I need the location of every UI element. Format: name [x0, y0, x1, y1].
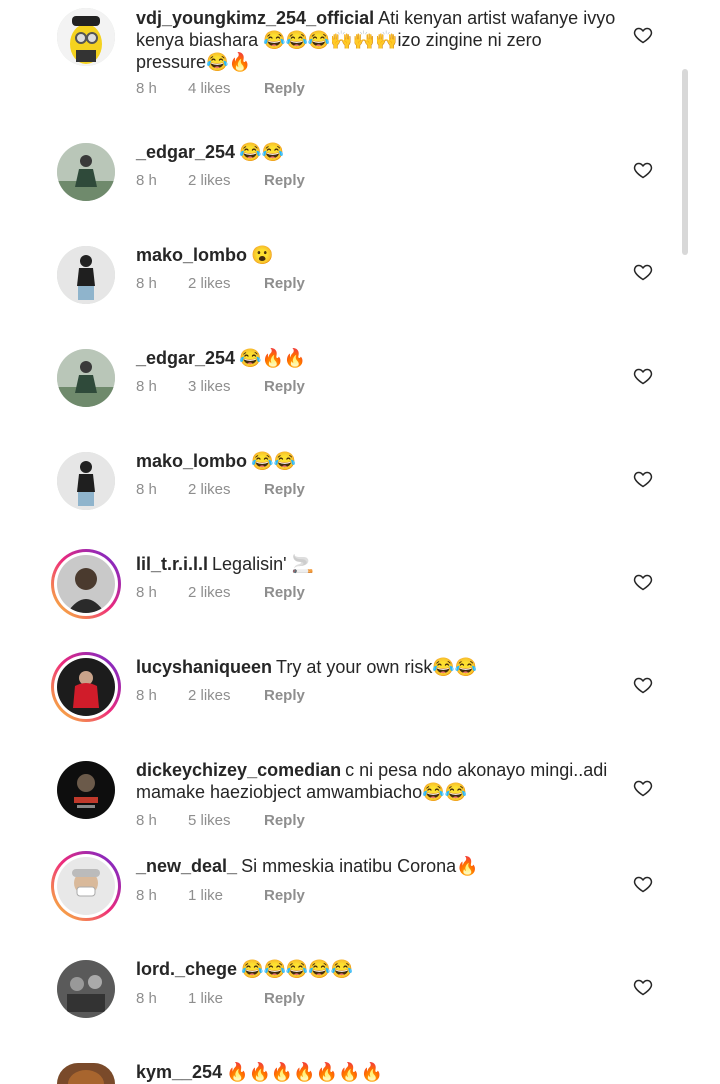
comment-username[interactable]: mako_lombo — [136, 245, 247, 265]
comment-text: 😂😂😂😂😂 — [241, 959, 354, 979]
avatar[interactable] — [57, 143, 115, 201]
comment-username[interactable]: _new_deal_ — [136, 856, 237, 876]
comment-body: mako_lombo 😮 — [136, 244, 616, 266]
comment-meta: 8 h 2 likes Reply — [136, 584, 305, 601]
comment-likes[interactable]: 5 likes — [188, 812, 264, 829]
comment-body: lord._chege 😂😂😂😂😂 — [136, 958, 616, 980]
reply-button[interactable]: Reply — [264, 687, 305, 704]
reply-button[interactable]: Reply — [264, 80, 305, 97]
heart-outline-icon[interactable] — [633, 160, 653, 180]
scrollbar[interactable] — [682, 69, 688, 255]
comment-text: 😮 — [251, 245, 274, 265]
comment-likes[interactable]: 2 likes — [188, 584, 264, 601]
comment-body: kym__254 🔥🔥🔥🔥🔥🔥🔥 — [136, 1061, 616, 1083]
comment-likes[interactable]: 2 likes — [188, 275, 264, 292]
comment-username[interactable]: mako_lombo — [136, 451, 247, 471]
avatar[interactable] — [57, 246, 115, 304]
comment-likes[interactable]: 2 likes — [188, 687, 264, 704]
comment-likes[interactable]: 1 like — [188, 990, 264, 1007]
comment-meta: 8 h 2 likes Reply — [136, 687, 305, 704]
comment-likes[interactable]: 3 likes — [188, 378, 264, 395]
comment-username[interactable]: lucyshaniqueen — [136, 657, 272, 677]
reply-button[interactable]: Reply — [264, 990, 305, 1007]
comment-time: 8 h — [136, 584, 157, 601]
comment-time: 8 h — [136, 687, 157, 704]
comment-body: vdj_youngkimz_254_official Ati kenyan art… — [136, 7, 616, 73]
comment-body: dickeychizey_comedian c ni pesa ndo akona… — [136, 759, 616, 803]
comment-meta: 8 h 2 likes Reply — [136, 481, 305, 498]
comment-likes[interactable]: 2 likes — [188, 172, 264, 189]
comment-text: Si mmeskia inatibu Corona🔥 — [241, 856, 479, 876]
comment-text: 😂🔥🔥 — [239, 348, 307, 368]
heart-outline-icon[interactable] — [633, 675, 653, 695]
comment-username[interactable]: lord._chege — [136, 959, 237, 979]
comment-time: 8 h — [136, 990, 157, 1007]
avatar[interactable] — [51, 652, 121, 722]
comment-time: 8 h — [136, 887, 157, 904]
heart-outline-icon[interactable] — [633, 262, 653, 282]
comment-meta: 8 h 2 likes Reply — [136, 275, 305, 292]
avatar[interactable] — [57, 349, 115, 407]
comment-username[interactable]: kym__254 — [136, 1062, 222, 1082]
comment-username[interactable]: dickeychizey_comedian — [136, 760, 341, 780]
comment-meta: 8 h 1 like Reply — [136, 887, 305, 904]
avatar[interactable] — [57, 8, 115, 66]
reply-button[interactable]: Reply — [264, 812, 305, 829]
comment-username[interactable]: vdj_youngkimz_254_official — [136, 8, 374, 28]
comment-username[interactable]: _edgar_254 — [136, 142, 235, 162]
heart-outline-icon[interactable] — [633, 778, 653, 798]
comment-username[interactable]: lil_t.r.i.l.l — [136, 554, 208, 574]
comment-body: _edgar_254 😂😂 — [136, 141, 616, 163]
comment-likes[interactable]: 1 like — [188, 887, 264, 904]
comment-time: 8 h — [136, 275, 157, 292]
heart-outline-icon[interactable] — [633, 874, 653, 894]
comment-meta: 8 h 1 like Reply — [136, 990, 305, 1007]
comment-body: _new_deal_ Si mmeskia inatibu Corona🔥 — [136, 855, 616, 877]
avatar[interactable] — [57, 960, 115, 1018]
comment-time: 8 h — [136, 812, 157, 829]
reply-button[interactable]: Reply — [264, 172, 305, 189]
comment-body: mako_lombo 😂😂 — [136, 450, 616, 472]
comment-time: 8 h — [136, 481, 157, 498]
comment-text: Try at your own risk😂😂 — [276, 657, 478, 677]
heart-outline-icon[interactable] — [633, 572, 653, 592]
avatar[interactable] — [51, 851, 121, 921]
avatar[interactable] — [57, 1063, 115, 1084]
reply-button[interactable]: Reply — [264, 481, 305, 498]
heart-outline-icon[interactable] — [633, 366, 653, 386]
heart-outline-icon[interactable] — [633, 469, 653, 489]
reply-button[interactable]: Reply — [264, 887, 305, 904]
comment-meta: 8 h 5 likes Reply — [136, 812, 305, 829]
reply-button[interactable]: Reply — [264, 378, 305, 395]
comment-meta: 8 h 4 likes Reply — [136, 80, 305, 97]
comment-body: lucyshaniqueen Try at your own risk😂😂 — [136, 656, 616, 678]
comment-text: Legalisin' 🚬 — [212, 554, 314, 574]
heart-outline-icon[interactable] — [633, 25, 653, 45]
comment-text: 😂😂 — [251, 451, 296, 471]
reply-button[interactable]: Reply — [264, 584, 305, 601]
comment-likes[interactable]: 4 likes — [188, 80, 264, 97]
comment-body: lil_t.r.i.l.l Legalisin' 🚬 — [136, 553, 616, 575]
comment-meta: 8 h 3 likes Reply — [136, 378, 305, 395]
reply-button[interactable]: Reply — [264, 275, 305, 292]
avatar[interactable] — [57, 761, 115, 819]
comment-text: 😂😂 — [239, 142, 284, 162]
comment-time: 8 h — [136, 172, 157, 189]
comment-username[interactable]: _edgar_254 — [136, 348, 235, 368]
avatar[interactable] — [51, 549, 121, 619]
comment-time: 8 h — [136, 378, 157, 395]
comment-body: _edgar_254 😂🔥🔥 — [136, 347, 616, 369]
comment-text: 🔥🔥🔥🔥🔥🔥🔥 — [226, 1062, 383, 1082]
avatar[interactable] — [57, 452, 115, 510]
heart-outline-icon[interactable] — [633, 977, 653, 997]
comment-time: 8 h — [136, 80, 157, 97]
comment-meta: 8 h 2 likes Reply — [136, 172, 305, 189]
comment-likes[interactable]: 2 likes — [188, 481, 264, 498]
